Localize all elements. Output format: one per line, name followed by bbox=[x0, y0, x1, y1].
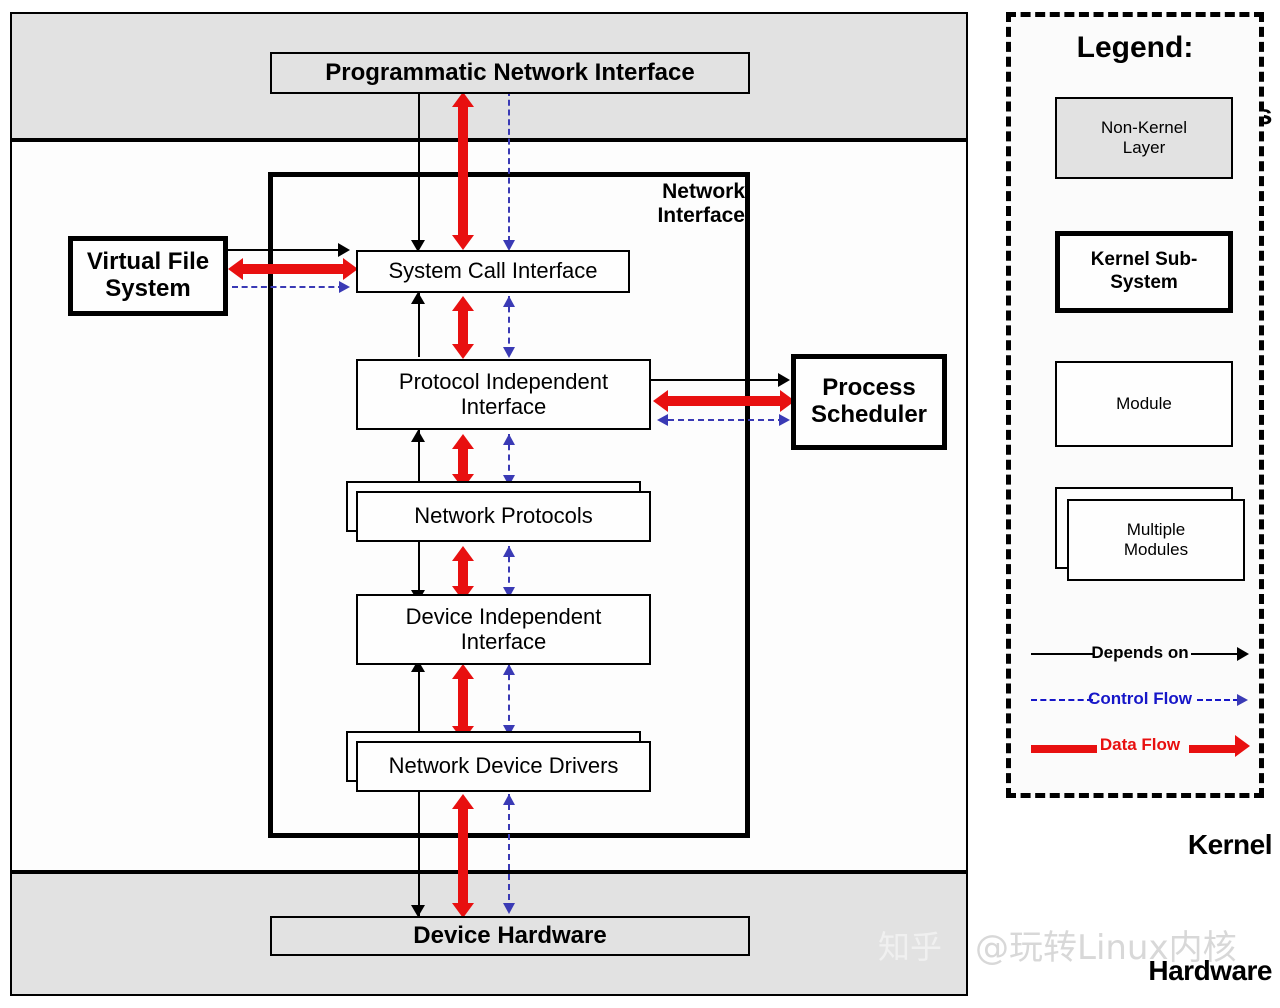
depends-arrow-right-scheduler bbox=[778, 373, 790, 387]
box-device-hardware[interactable]: Device Hardware bbox=[270, 916, 750, 956]
legend-depends-on-label: Depends on bbox=[1091, 643, 1189, 662]
depends-line-pni-to-sci bbox=[418, 90, 420, 242]
box-virtual-file-system[interactable]: Virtual File System bbox=[68, 236, 228, 316]
legend-item-kernel-sub-system: Kernel Sub- System bbox=[1055, 231, 1233, 313]
dii-label-line2: Interface bbox=[460, 628, 547, 654]
data-line-vfs-sci bbox=[240, 264, 346, 274]
pii-label-line2: Interface bbox=[460, 393, 547, 419]
depends-arrow-up-pii bbox=[411, 430, 425, 442]
legend-data-arrowhead bbox=[1235, 735, 1250, 757]
legend-data-flow-label: Data Flow bbox=[1099, 735, 1181, 754]
legend-non-kernel-line1: Non-Kernel bbox=[1101, 117, 1187, 137]
control-line-dii-ndd bbox=[508, 664, 510, 731]
box-programmatic-network-interface[interactable]: Programmatic Network Interface bbox=[270, 52, 750, 94]
depends-line-pii-scheduler bbox=[651, 379, 783, 381]
box-device-independent-interface[interactable]: Device Independent Interface bbox=[356, 594, 651, 665]
data-line-pni-sci bbox=[458, 100, 468, 240]
box-process-scheduler[interactable]: Process Scheduler bbox=[791, 354, 947, 450]
data-line-sci-pii bbox=[458, 307, 468, 347]
legend-arrow-control-flow: Control Flow bbox=[1027, 687, 1253, 713]
control-line-scheduler-pii bbox=[668, 419, 784, 421]
watermark-badge: 知乎 bbox=[878, 928, 943, 966]
watermark-text: @玩转Linux内核 bbox=[975, 928, 1237, 968]
legend-arrow-depends-on: Depends on bbox=[1027, 641, 1253, 667]
box-protocol-independent-interface[interactable]: Protocol Independent Interface bbox=[356, 359, 651, 430]
control-line-ndd-hw bbox=[508, 794, 510, 910]
data-line-np-dii bbox=[458, 556, 468, 589]
diagram-canvas: O/S Services Kernel Hardware Network Int… bbox=[0, 0, 1280, 1008]
data-line-dii-ndd bbox=[458, 676, 468, 729]
control-line-pii-np bbox=[508, 434, 510, 481]
legend-module-label: Module bbox=[1116, 393, 1172, 413]
legend-depends-arrowhead bbox=[1237, 647, 1249, 661]
box-network-protocols[interactable]: Network Protocols bbox=[356, 491, 651, 542]
legend-item-non-kernel-layer: Non-Kernel Layer bbox=[1055, 97, 1233, 179]
legend-item-module: Module bbox=[1055, 361, 1233, 447]
depends-line-dii-to-ndd bbox=[418, 660, 420, 742]
control-line-sci-pii bbox=[508, 296, 510, 354]
network-interface-title-line2: Interface bbox=[657, 204, 745, 228]
pii-label-line1: Protocol Independent bbox=[398, 368, 609, 394]
scheduler-label-line2: Scheduler bbox=[810, 401, 928, 428]
box-network-device-drivers[interactable]: Network Device Drivers bbox=[356, 741, 651, 792]
vfs-label-line2: System bbox=[105, 275, 191, 302]
dii-label-line1: Device Independent bbox=[405, 603, 602, 629]
depends-arrow-up-sci bbox=[411, 292, 425, 304]
legend-kernel-sub-line1: Kernel Sub- bbox=[1090, 249, 1198, 271]
depends-line-vfs-sci bbox=[228, 249, 340, 251]
data-line-pii-np bbox=[458, 444, 468, 477]
box-system-call-interface[interactable]: System Call Interface bbox=[356, 250, 630, 293]
depends-arrow-right-sci bbox=[338, 243, 350, 257]
control-line-np-dii bbox=[508, 546, 510, 593]
legend-non-kernel-line2: Layer bbox=[1122, 138, 1166, 157]
legend-kernel-sub-line2: System bbox=[1110, 272, 1178, 293]
data-line-pii-scheduler bbox=[665, 396, 785, 406]
control-line-vfs-sci bbox=[232, 286, 344, 288]
legend-title: Legend: bbox=[1076, 31, 1194, 64]
layer-label-kernel: Kernel bbox=[1187, 829, 1273, 860]
legend-multi-line2: Modules bbox=[1123, 540, 1189, 559]
control-arrow-left-pii bbox=[657, 414, 668, 426]
legend-panel: Legend: Non-Kernel Layer Kernel Sub- Sys… bbox=[1006, 12, 1264, 798]
data-line-ndd-hw bbox=[458, 805, 468, 910]
vfs-label-line1: Virtual File bbox=[86, 248, 210, 276]
legend-arrow-data-flow: Data Flow bbox=[1027, 733, 1253, 759]
legend-item-multiple-modules: Multiple Modules bbox=[1067, 499, 1245, 581]
scheduler-label-line1: Process bbox=[822, 374, 916, 402]
legend-control-arrowhead bbox=[1237, 694, 1248, 706]
control-line-pni-sci bbox=[508, 90, 510, 242]
network-interface-title: Network Interface bbox=[560, 180, 745, 228]
legend-multi-line1: Multiple bbox=[1126, 519, 1186, 539]
depends-line-ndd-to-hw bbox=[418, 792, 420, 920]
network-interface-title-line1: Network bbox=[662, 180, 745, 203]
legend-control-flow-label: Control Flow bbox=[1088, 689, 1192, 708]
